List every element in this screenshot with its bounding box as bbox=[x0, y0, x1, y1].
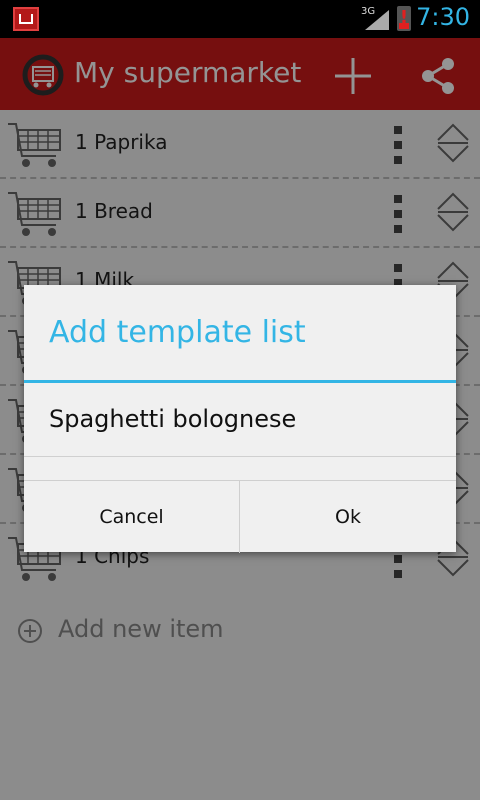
field-underline bbox=[24, 456, 456, 457]
template-name-field[interactable]: Spaghetti bolognese bbox=[49, 405, 296, 433]
ok-button[interactable]: Ok bbox=[240, 481, 456, 553]
add-template-dialog: Add template list Spaghetti bolognese Ca… bbox=[24, 285, 456, 553]
dialog-button-bar: Cancel Ok bbox=[24, 480, 456, 553]
signal-icon bbox=[365, 10, 389, 30]
battery-icon bbox=[397, 6, 411, 31]
status-bar: 3G 7:30 bbox=[0, 0, 480, 38]
dialog-title: Add template list bbox=[49, 315, 306, 350]
notification-app-icon bbox=[13, 7, 39, 31]
dialog-title-divider bbox=[24, 380, 456, 383]
clock: 7:30 bbox=[416, 3, 470, 31]
cancel-button[interactable]: Cancel bbox=[24, 481, 239, 553]
